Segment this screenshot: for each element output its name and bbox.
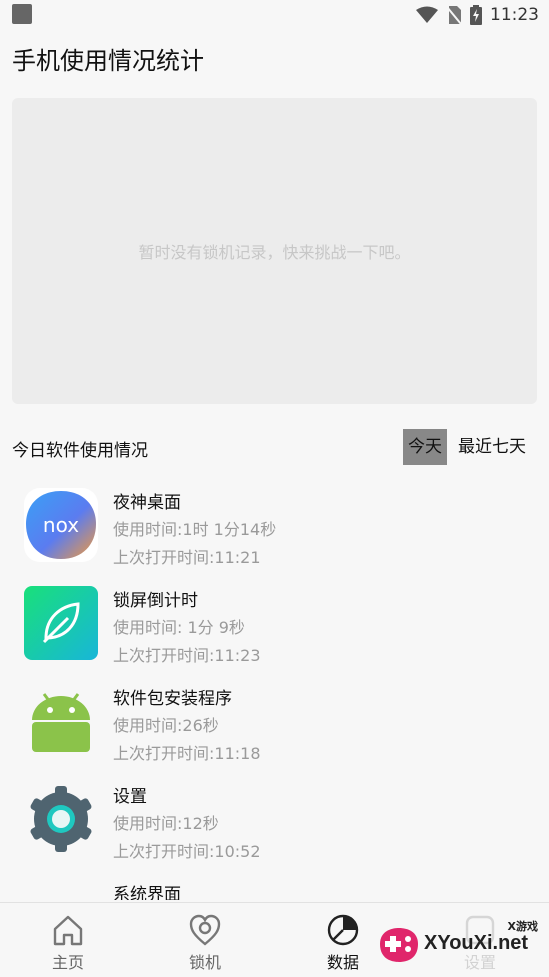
notification-icon <box>12 4 32 24</box>
site-watermark: XYouXi.net X游戏 <box>376 918 542 968</box>
app-usage-time: 使用时间:1时 1分14秒 <box>113 520 277 539</box>
android-icon <box>24 684 98 758</box>
nav-home[interactable]: 主页 <box>28 913 108 977</box>
section-title: 今日软件使用情况 <box>12 441 148 461</box>
app-last-open-time: 上次打开时间:10:52 <box>113 842 261 861</box>
status-right: 11:23 <box>416 4 539 26</box>
nav-label: 主页 <box>51 953 84 972</box>
watermark-subtext: X游戏 <box>507 920 538 933</box>
status-bar: 11:23 <box>0 0 549 30</box>
nav-data[interactable]: 数据 <box>303 913 383 977</box>
battery-charging-icon <box>470 5 482 25</box>
gamepad-logo-icon <box>376 924 422 964</box>
app-usage-time: 使用时间:26秒 <box>113 716 219 735</box>
tab-today[interactable]: 今天 <box>403 429 447 465</box>
page-title: 手机使用情况统计 <box>12 47 204 75</box>
list-item[interactable]: 设置 使用时间:12秒 上次打开时间:10:52 <box>0 774 549 872</box>
home-icon <box>51 913 85 947</box>
nav-label: 锁机 <box>188 953 221 972</box>
list-item[interactable]: nox 夜神桌面 使用时间:1时 1分14秒 上次打开时间:11:21 <box>0 480 549 578</box>
nav-lock[interactable]: 锁机 <box>165 913 245 977</box>
pie-chart-icon <box>326 913 360 947</box>
app-last-open-time: 上次打开时间:11:21 <box>113 548 261 567</box>
app-last-open-time: 上次打开时间:11:18 <box>113 744 261 763</box>
wifi-icon <box>416 6 438 24</box>
usage-section-header: 今日软件使用情况 今天 最近七天 <box>12 429 537 465</box>
heart-lock-icon <box>188 913 222 947</box>
list-item[interactable]: 锁屏倒计时 使用时间: 1分 9秒 上次打开时间:11:23 <box>0 578 549 676</box>
nox-launcher-icon: nox <box>24 488 98 562</box>
range-tabs: 今天 最近七天 <box>403 429 531 465</box>
list-item[interactable]: 系统界面 <box>0 872 549 900</box>
app-usage-time: 使用时间:12秒 <box>113 814 219 833</box>
settings-gear-icon <box>24 782 98 856</box>
list-item[interactable]: 软件包安装程序 使用时间:26秒 上次打开时间:11:18 <box>0 676 549 774</box>
app-name: 夜神桌面 <box>113 493 181 513</box>
app-usage-list: nox 夜神桌面 使用时间:1时 1分14秒 上次打开时间:11:21 锁屏倒计… <box>0 480 549 900</box>
leaf-app-icon <box>24 586 98 660</box>
no-sim-icon <box>446 5 462 25</box>
status-time: 11:23 <box>490 5 539 25</box>
lock-record-chart-panel: 暂时没有锁机记录，快来挑战一下吧。 <box>12 98 537 404</box>
app-name: 设置 <box>113 787 147 807</box>
svg-text:nox: nox <box>43 513 79 537</box>
app-name: 锁屏倒计时 <box>113 591 198 611</box>
app-name: 系统界面 <box>113 885 181 900</box>
nav-label: 数据 <box>326 953 359 972</box>
watermark-text: XYouXi.net <box>424 932 529 954</box>
tab-last-seven-days[interactable]: 最近七天 <box>453 429 531 465</box>
app-usage-time: 使用时间: 1分 9秒 <box>113 618 245 637</box>
app-last-open-time: 上次打开时间:11:23 <box>113 646 261 665</box>
app-name: 软件包安装程序 <box>113 689 232 709</box>
empty-state-message: 暂时没有锁机记录，快来挑战一下吧。 <box>138 243 411 262</box>
